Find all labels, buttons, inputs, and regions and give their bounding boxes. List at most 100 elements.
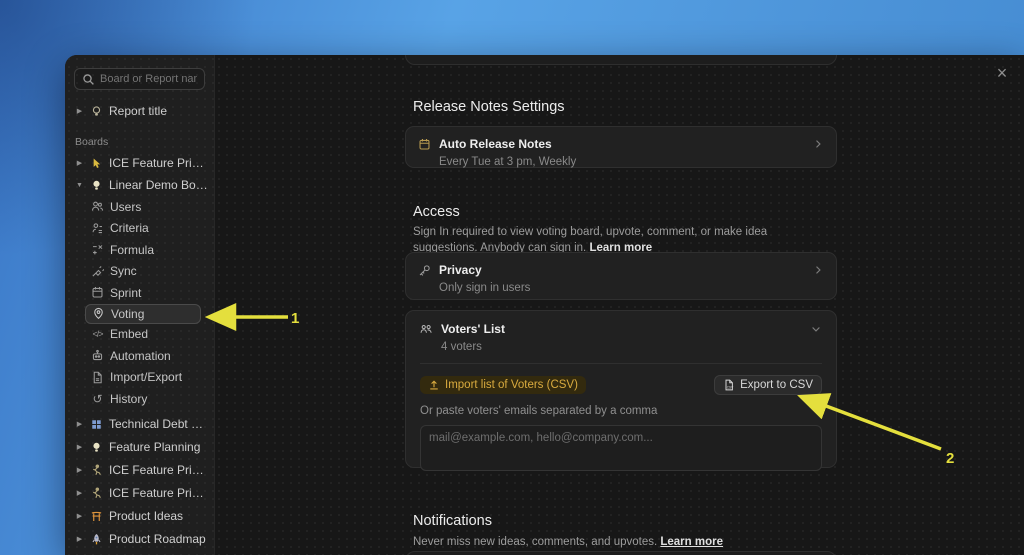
- card-subtitle: Every Tue at 3 pm, Weekly: [439, 156, 824, 168]
- expand-arrow-icon[interactable]: ▶: [75, 535, 84, 543]
- sidebar-item-formula[interactable]: Formula: [85, 239, 214, 261]
- sidebar-board-product-roadmap[interactable]: ▶ Product Roadmap: [65, 528, 214, 551]
- history-icon: ↺: [91, 392, 104, 405]
- sidebar-item-users[interactable]: Users: [85, 196, 214, 218]
- learn-more-link[interactable]: Learn more: [660, 536, 723, 548]
- settings-modal: ▶ Report title Boards ▶ ICE Feature Prio…: [65, 55, 1024, 555]
- torii-icon: [90, 510, 103, 523]
- card-subtitle: Only sign in users: [439, 282, 824, 294]
- card-title: Privacy: [439, 263, 804, 277]
- sidebar-board-feature-planning[interactable]: ▶ Feature Planning: [65, 436, 214, 459]
- pin-icon: [92, 307, 105, 320]
- expand-arrow-icon[interactable]: ▶: [75, 159, 84, 167]
- sidebar-item-label: Technical Debt Priori...: [109, 417, 208, 431]
- sidebar-item-label: Sync: [110, 264, 137, 278]
- sidebar-item-label: Automation: [110, 349, 171, 363]
- chevron-right-icon: [812, 264, 824, 276]
- divider: [420, 363, 822, 364]
- boards-list: ▶ Technical Debt Priori... ▶ Feature Pla…: [65, 413, 214, 551]
- auto-release-notes-card[interactable]: Auto Release Notes Every Tue at 3 pm, We…: [405, 126, 837, 168]
- notifications-description-text: Never miss new ideas, comments, and upvo…: [413, 536, 660, 548]
- access-heading: Access: [413, 204, 460, 220]
- voters-list-card: Voters' List 4 voters Import list of Vot…: [405, 310, 837, 468]
- sidebar-item-label: Criteria: [110, 221, 149, 235]
- privacy-card[interactable]: Privacy Only sign in users: [405, 252, 837, 300]
- sidebar-board-ice-2[interactable]: ▶ ICE Feature Priorities: [65, 482, 214, 505]
- card-title: Voters' List: [441, 322, 802, 336]
- sidebar-item-automation[interactable]: Automation: [85, 345, 214, 367]
- sidebar-item-label: Linear Demo Board: [109, 178, 208, 192]
- users-icon: [91, 200, 104, 213]
- formula-icon: [91, 243, 104, 256]
- notifications-description: Never miss new ideas, comments, and upvo…: [413, 534, 833, 550]
- next-settings-card: [405, 551, 837, 555]
- sidebar-board-ice-1[interactable]: ▶ ICE Feature Priorities: [65, 459, 214, 482]
- sidebar-board-linear-demo[interactable]: ▼ Linear Demo Board: [65, 174, 214, 196]
- expand-arrow-icon[interactable]: ▶: [75, 489, 84, 497]
- sidebar-item-sprint[interactable]: Sprint: [85, 282, 214, 304]
- sidebar-item-label: Product Roadmap: [109, 532, 206, 546]
- release-notes-heading: Release Notes Settings: [413, 99, 565, 115]
- sidebar-item-voting[interactable]: Voting: [85, 304, 201, 324]
- sidebar-item-label: Embed: [110, 327, 148, 341]
- sidebar-item-sync[interactable]: Sync: [85, 261, 214, 283]
- sidebar-item-label: Import/Export: [110, 370, 182, 384]
- chevron-right-icon: [812, 138, 824, 150]
- svg-text:CSV: CSV: [727, 385, 734, 389]
- sidebar-item-label: Users: [110, 200, 141, 214]
- expand-arrow-icon[interactable]: ▶: [75, 420, 84, 428]
- expand-arrow-icon[interactable]: ▶: [75, 107, 84, 115]
- rocket-icon: [90, 533, 103, 546]
- sidebar-item-label: Formula: [110, 243, 154, 257]
- code-icon: </>: [91, 328, 104, 341]
- search-input[interactable]: [100, 73, 197, 85]
- criteria-icon: [91, 222, 104, 235]
- settings-content: Release Notes Settings Auto Release Note…: [405, 55, 837, 555]
- sidebar-item-label: Report title: [109, 104, 167, 118]
- search-icon: [82, 73, 95, 86]
- sidebar-item-label: ICE Feature Priorities: [109, 463, 208, 477]
- robot-icon: [91, 349, 104, 362]
- calendar-icon: [91, 286, 104, 299]
- sidebar-board-product-ideas[interactable]: ▶ Product Ideas: [65, 505, 214, 528]
- lightbulb-icon: [90, 179, 103, 192]
- paste-emails-hint: Or paste voters' emails separated by a c…: [420, 405, 822, 417]
- sidebar-item-embed[interactable]: </> Embed: [85, 324, 214, 346]
- sidebar-item-history[interactable]: ↺ History: [85, 388, 214, 410]
- sidebar-item-label: History: [110, 392, 147, 406]
- previous-settings-card: [405, 55, 837, 65]
- close-icon[interactable]: ×: [992, 63, 1012, 83]
- sidebar-board-technical-debt[interactable]: ▶ Technical Debt Priori...: [65, 413, 214, 436]
- expand-arrow-icon[interactable]: ▶: [75, 443, 84, 451]
- sidebar-item-import-export[interactable]: Import/Export: [85, 367, 214, 389]
- csv-file-icon: [91, 371, 104, 384]
- sidebar: ▶ Report title Boards ▶ ICE Feature Prio…: [65, 55, 215, 555]
- button-label: Import list of Voters (CSV): [445, 379, 578, 391]
- chevron-down-icon[interactable]: [810, 323, 822, 335]
- export-csv-button[interactable]: CSV Export to CSV: [714, 375, 822, 395]
- board-subitems: Users Criteria Formula Sync: [65, 196, 214, 410]
- sidebar-board-ice-top[interactable]: ▶ ICE Feature Priorities: [65, 152, 214, 174]
- voters-buttons: Import list of Voters (CSV) CSV Export t…: [420, 375, 822, 395]
- boards-section-label: Boards: [65, 136, 214, 150]
- upload-icon: [428, 379, 440, 391]
- collapse-arrow-icon[interactable]: ▼: [75, 182, 84, 189]
- expand-arrow-icon[interactable]: ▶: [75, 466, 84, 474]
- sidebar-item-label: Sprint: [110, 286, 141, 300]
- sidebar-item-label: ICE Feature Priorities: [109, 156, 208, 170]
- settings-main: × Release Notes Settings Auto Release No…: [215, 55, 1024, 555]
- import-voters-button[interactable]: Import list of Voters (CSV): [420, 376, 586, 394]
- sidebar-item-criteria[interactable]: Criteria: [85, 218, 214, 240]
- sidebar-item-label: Voting: [111, 307, 144, 321]
- voter-emails-textarea[interactable]: [420, 425, 822, 471]
- expand-arrow-icon[interactable]: ▶: [75, 512, 84, 520]
- sidebar-item-label: ICE Feature Priorities: [109, 486, 208, 500]
- csv-file-icon: CSV: [723, 379, 735, 391]
- pointer-icon: [90, 157, 103, 170]
- key-icon: [418, 264, 431, 277]
- notifications-heading: Notifications: [413, 513, 492, 529]
- runner-icon: [90, 487, 103, 500]
- report-icon: [90, 105, 103, 118]
- sidebar-item-report-title[interactable]: ▶ Report title: [65, 100, 214, 122]
- card-title: Auto Release Notes: [439, 137, 804, 151]
